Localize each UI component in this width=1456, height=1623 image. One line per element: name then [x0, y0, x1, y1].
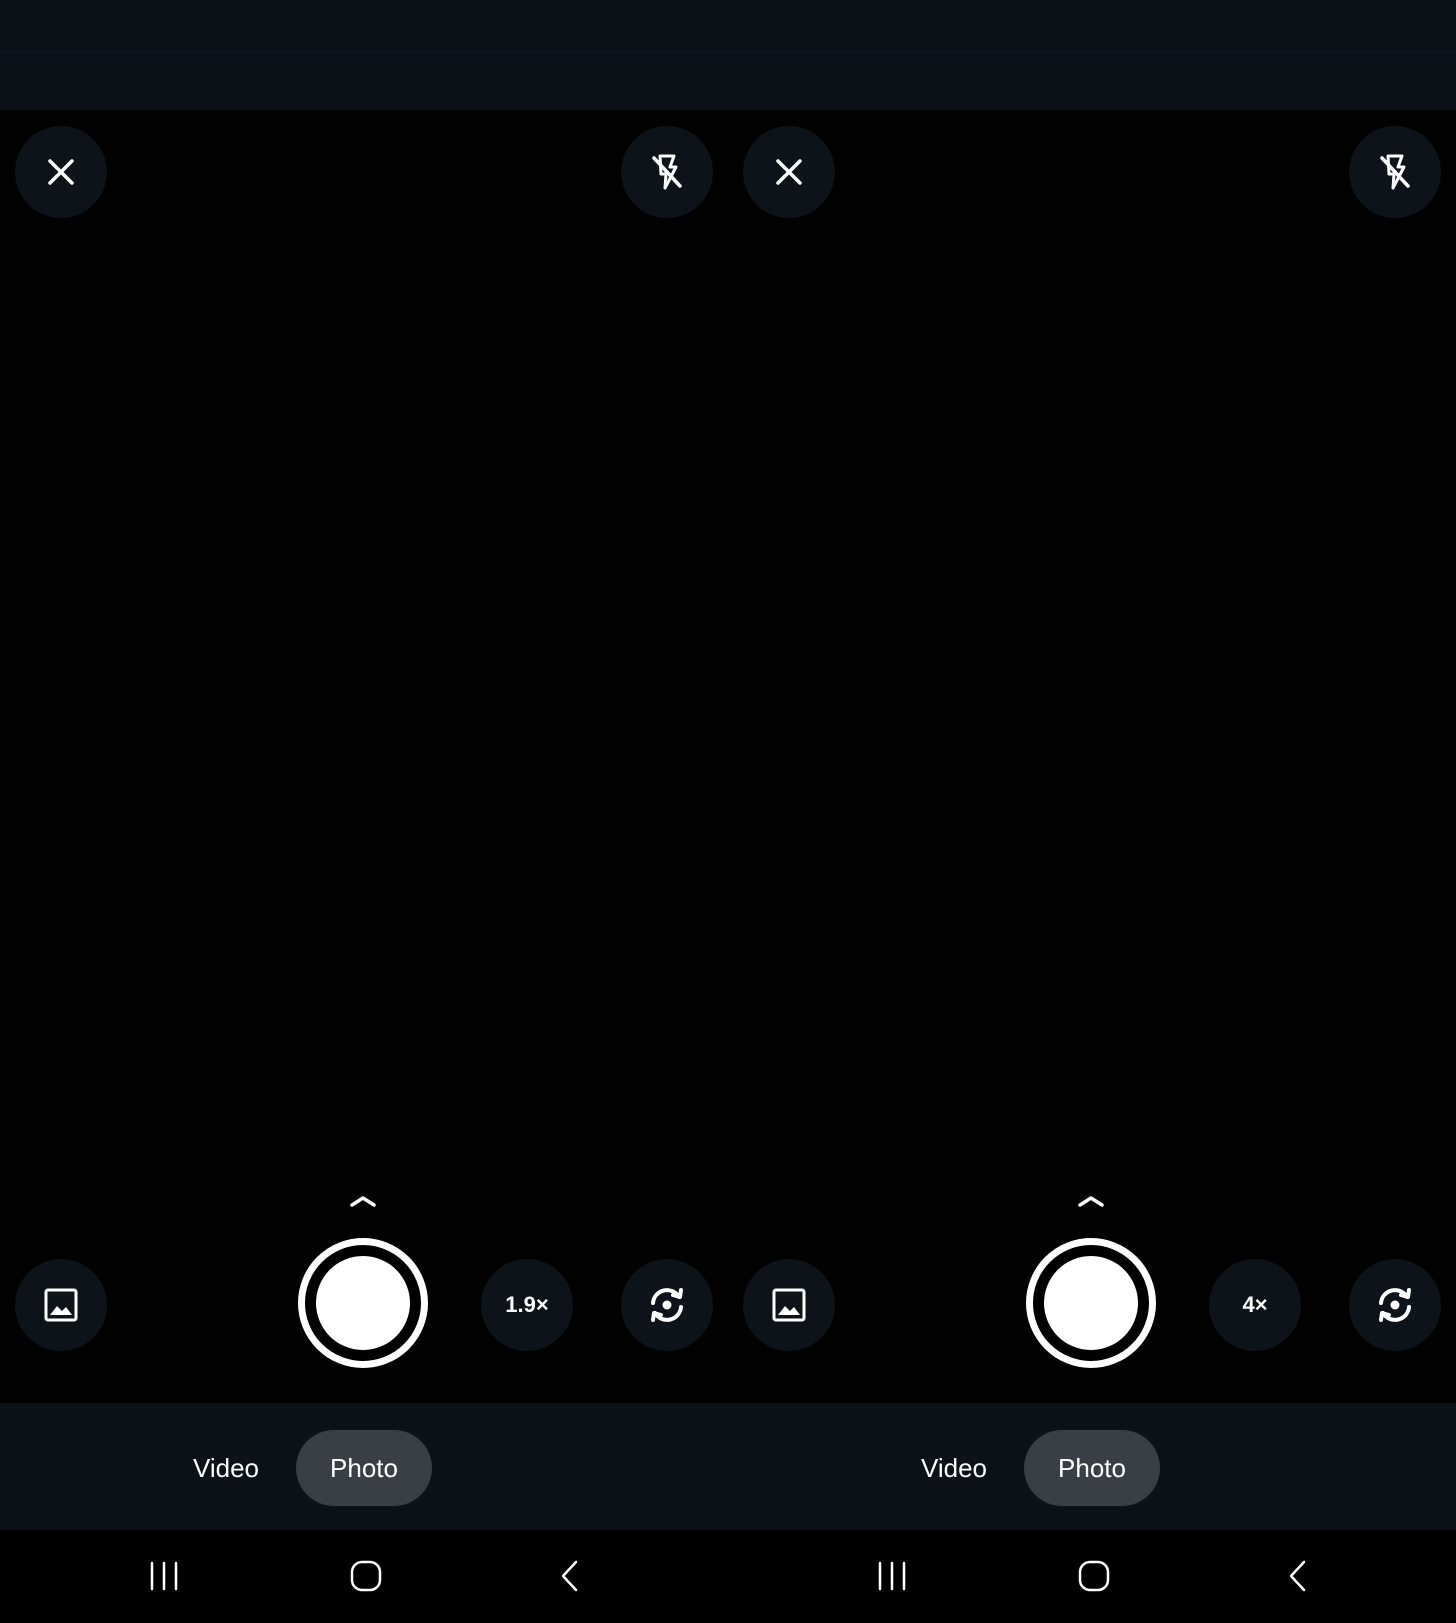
system-nav-bar: [0, 1530, 728, 1623]
zoom-button[interactable]: 1.9×: [481, 1259, 573, 1351]
image-icon: [44, 1288, 78, 1322]
recents-icon: [150, 1561, 178, 1591]
zoom-button[interactable]: 4×: [1209, 1259, 1301, 1351]
image-icon: [772, 1288, 806, 1322]
system-nav-bar: [728, 1530, 1456, 1623]
mode-selector: Video Photo: [0, 1403, 728, 1530]
close-icon: [776, 159, 802, 185]
mode-options-toggle[interactable]: [1075, 1191, 1107, 1211]
top-status-strip: [0, 0, 1456, 110]
camera-screen-left: 1.9× Video Photo: [0, 110, 728, 1623]
flip-camera-button[interactable]: [1349, 1259, 1441, 1351]
mode-photo-tab[interactable]: Photo: [1024, 1430, 1160, 1506]
back-icon: [561, 1560, 578, 1592]
mode-photo-tab[interactable]: Photo: [296, 1430, 432, 1506]
home-button[interactable]: [336, 1550, 396, 1602]
gallery-button[interactable]: [15, 1259, 107, 1351]
close-button[interactable]: [743, 126, 835, 218]
recents-button[interactable]: [862, 1550, 922, 1602]
mode-options-toggle[interactable]: [347, 1191, 379, 1211]
home-icon: [1078, 1560, 1110, 1592]
shutter-button[interactable]: [1026, 1238, 1156, 1368]
back-icon: [1289, 1560, 1306, 1592]
mode-video-tab[interactable]: Video: [904, 1430, 1004, 1506]
mode-video-tab[interactable]: Video: [176, 1430, 276, 1506]
camera-viewfinder[interactable]: 4×: [728, 110, 1456, 1403]
shutter-button[interactable]: [298, 1238, 428, 1368]
top-strip-divider: [0, 52, 1456, 53]
home-button[interactable]: [1064, 1550, 1124, 1602]
camera-viewfinder[interactable]: 1.9×: [0, 110, 728, 1403]
back-button[interactable]: [540, 1550, 600, 1602]
recents-icon: [878, 1561, 906, 1591]
flip-camera-button[interactable]: [621, 1259, 713, 1351]
home-icon: [350, 1560, 382, 1592]
flash-toggle-button[interactable]: [621, 126, 713, 218]
back-button[interactable]: [1268, 1550, 1328, 1602]
gallery-button[interactable]: [743, 1259, 835, 1351]
chevron-up-icon: [1078, 1196, 1104, 1207]
camera-flip-icon: [1379, 1288, 1411, 1322]
close-button[interactable]: [15, 126, 107, 218]
flash-toggle-button[interactable]: [1349, 126, 1441, 218]
shutter-inner: [1044, 1256, 1138, 1350]
mode-selector: Video Photo: [728, 1403, 1456, 1530]
zoom-label: 1.9×: [505, 1292, 549, 1317]
recents-button[interactable]: [134, 1550, 194, 1602]
chevron-up-icon: [350, 1196, 376, 1207]
camera-screen-right: 4× Video Photo: [728, 110, 1456, 1623]
shutter-inner: [316, 1256, 410, 1350]
flash-off-icon: [652, 154, 682, 190]
flash-off-icon: [1380, 154, 1410, 190]
camera-flip-icon: [651, 1288, 683, 1322]
close-icon: [48, 159, 74, 185]
zoom-label: 4×: [1242, 1292, 1268, 1317]
